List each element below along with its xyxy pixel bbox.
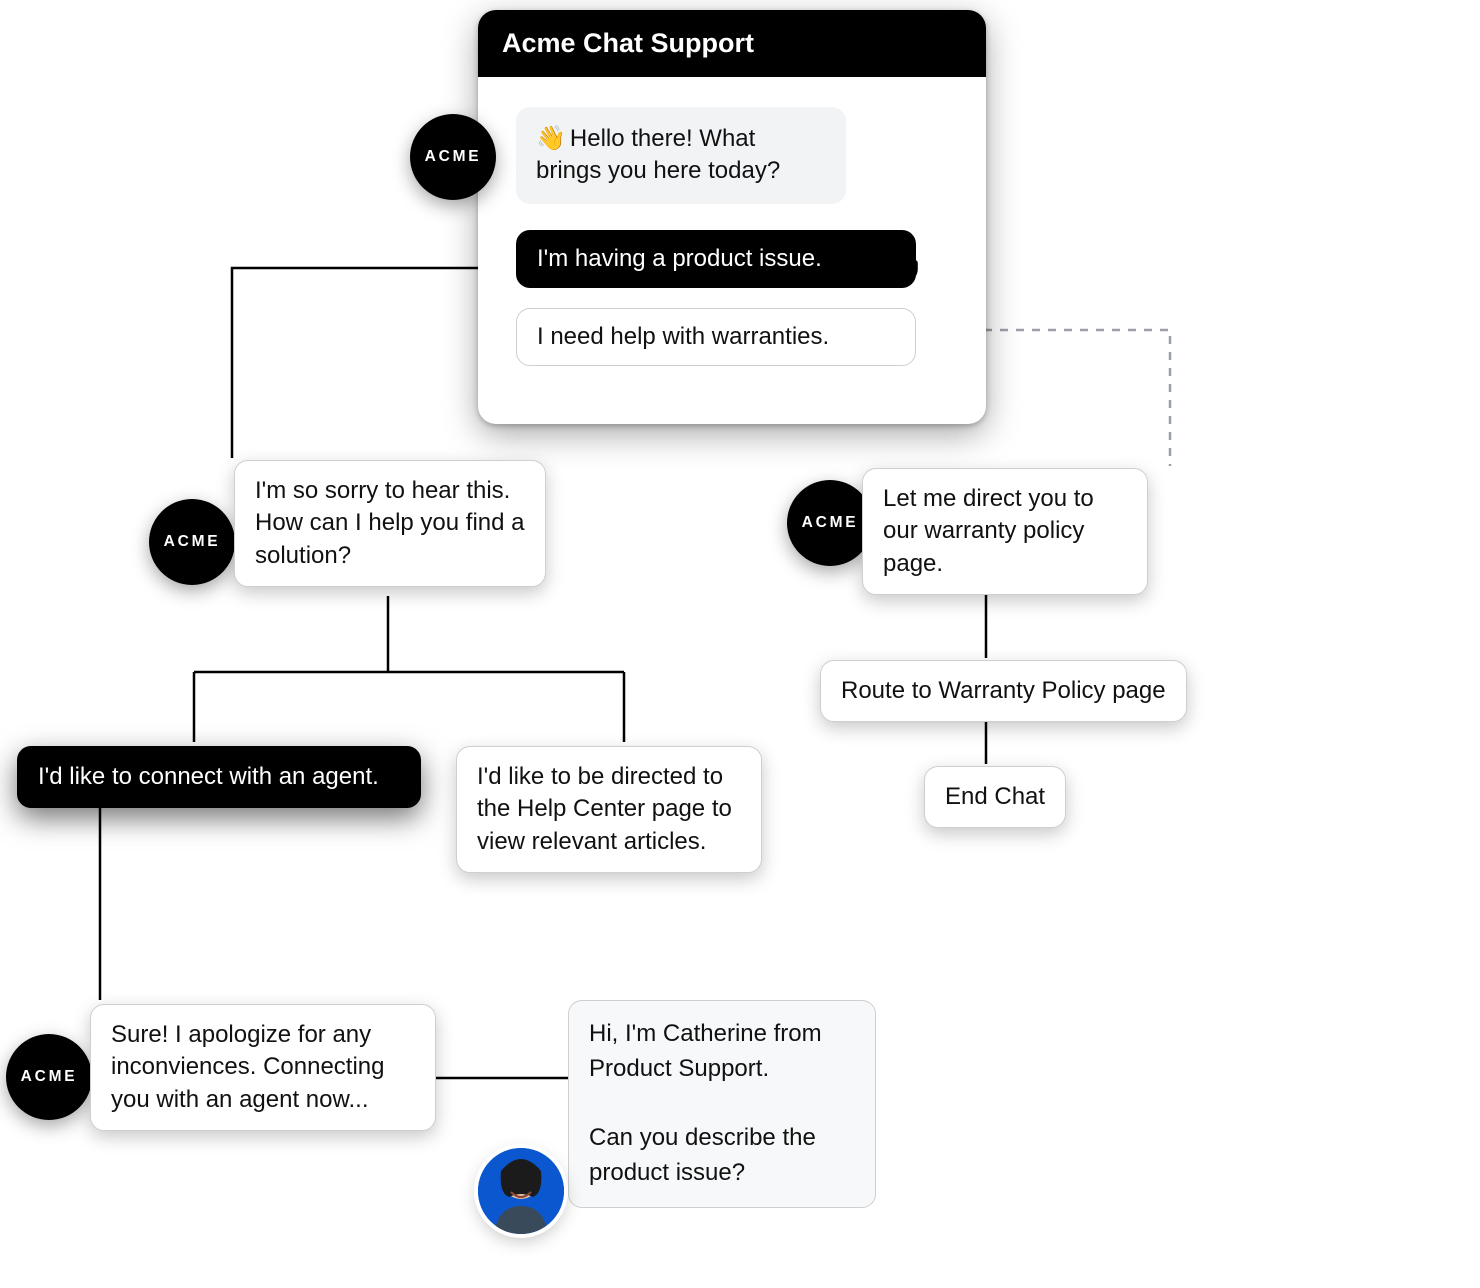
- bot-reply-connecting: Sure! I apologize for any inconviences. …: [90, 1004, 436, 1131]
- chat-widget: Acme Chat Support 👋Hello there! What bri…: [478, 10, 986, 424]
- agent-message: Hi, I'm Catherine from Product Support. …: [568, 1000, 876, 1208]
- acme-badge: ACME: [410, 114, 496, 200]
- action-end-chat[interactable]: End Chat: [924, 766, 1066, 828]
- greeting-text: Hello there! What brings you here today?: [536, 125, 780, 184]
- quick-reply-product-issue[interactable]: I'm having a product issue.: [516, 230, 916, 288]
- acme-badge-label: ACME: [21, 1068, 78, 1086]
- agent-avatar: [478, 1148, 564, 1234]
- wave-emoji-icon: 👋: [536, 125, 566, 152]
- greeting-bubble: 👋Hello there! What brings you here today…: [516, 107, 846, 204]
- acme-badge-label: ACME: [164, 533, 221, 551]
- chat-header-title: Acme Chat Support: [478, 10, 986, 77]
- acme-badge: ACME: [787, 480, 873, 566]
- bot-reply-sorry: I'm so sorry to hear this. How can I hel…: [234, 460, 546, 587]
- action-route-warranty[interactable]: Route to Warranty Policy page: [820, 660, 1187, 722]
- pointer-cursor-icon: [892, 250, 922, 284]
- option-help-center[interactable]: I'd like to be directed to the Help Cent…: [456, 746, 762, 873]
- option-connect-agent[interactable]: I'd like to connect with an agent.: [17, 746, 421, 808]
- acme-badge: ACME: [6, 1034, 92, 1120]
- acme-badge-label: ACME: [425, 148, 482, 166]
- acme-badge-label: ACME: [802, 514, 859, 532]
- bot-reply-warranty: Let me direct you to our warranty policy…: [862, 468, 1148, 595]
- quick-reply-warranties[interactable]: I need help with warranties.: [516, 308, 916, 366]
- acme-badge: ACME: [149, 499, 235, 585]
